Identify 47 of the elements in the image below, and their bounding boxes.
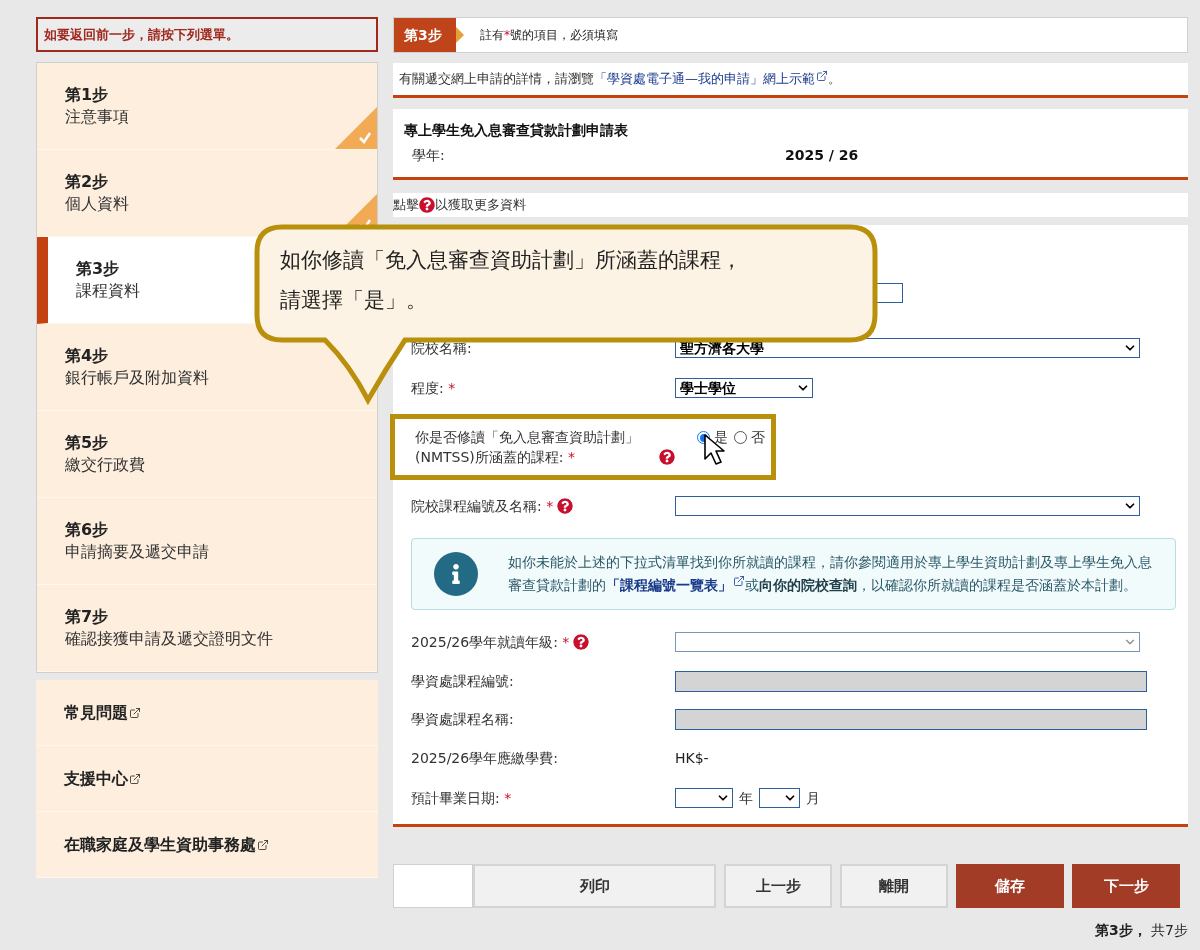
field-label: 院校課程編號及名稱: * bbox=[411, 497, 554, 516]
help-hint-text: 點擊 以獲取更多資料 bbox=[393, 196, 526, 215]
sidebar-link[interactable]: 在職家庭及學生資助事務處 bbox=[36, 812, 378, 878]
date-unit-label: 年 bbox=[739, 788, 753, 808]
field-label: 程度: * bbox=[411, 379, 456, 398]
year-value: 2025 / 26 bbox=[785, 146, 859, 165]
help-icon[interactable] bbox=[557, 498, 574, 514]
nav-button[interactable]: 上一步 bbox=[724, 864, 832, 908]
field-label: 2025/26學年應繳學費: bbox=[411, 749, 558, 768]
radio-label: 是 bbox=[714, 428, 728, 447]
required-note: 註有*號的項目，必須填寫 bbox=[480, 27, 618, 44]
help-icon bbox=[419, 197, 435, 213]
select-field[interactable] bbox=[759, 788, 800, 808]
external-link-icon bbox=[129, 773, 141, 785]
year-label: 學年: bbox=[412, 146, 446, 165]
external-link-icon bbox=[129, 707, 141, 719]
field-label: 學資處課程名稱: bbox=[411, 710, 514, 729]
course-list-link[interactable]: 「課程編號一覽表」 bbox=[606, 577, 745, 593]
radio-button[interactable] bbox=[734, 431, 747, 444]
tuition-value: HK$- bbox=[675, 748, 710, 768]
select-field[interactable] bbox=[675, 788, 733, 808]
help-icon[interactable] bbox=[659, 449, 675, 465]
sidebar-link[interactable]: 常見問題 bbox=[36, 680, 378, 746]
radio-label: 否 bbox=[751, 428, 765, 447]
nav-button[interactable]: 離開 bbox=[840, 864, 948, 908]
select-field[interactable] bbox=[675, 496, 1140, 516]
field-label: 學資處課程編號: bbox=[411, 672, 514, 691]
nav-button[interactable]: 列印 bbox=[473, 864, 716, 908]
form-title: 專上學生免入息審查貸款計劃申請表 bbox=[404, 121, 629, 140]
date-unit-label: 月 bbox=[806, 788, 820, 808]
step-counter: 第3步， 共7步 bbox=[1094, 921, 1188, 940]
demo-link[interactable]: 「學資處電子通—我的申請」網上示範 bbox=[594, 71, 828, 87]
sidebar-link[interactable]: 支援中心 bbox=[36, 746, 378, 812]
field-label: 你是否修讀「免入息審查資助計劃」(NMTSS)所涵蓋的課程: * bbox=[415, 428, 640, 467]
info-icon bbox=[434, 552, 478, 596]
external-link-icon bbox=[257, 839, 269, 851]
info-text: 有關遞交網上申請的詳情，請瀏覽「學資處電子通—我的申請」網上示範 。 bbox=[399, 69, 841, 89]
field-label: 預計畢業日期: * bbox=[411, 789, 512, 808]
note-text: 如你未能於上述的下拉式清單找到你所就讀的課程，請你參閱適用於專上學生資助計劃及專上學生免入息審查貸款計劃的「課程編號一覽表」 或向你的院校查詢，以確認你所就讀的課程是否涵蓋於本計劃。 bbox=[508, 553, 1153, 595]
external-link-icon bbox=[733, 575, 745, 587]
nav-button[interactable]: 儲存 bbox=[956, 864, 1064, 908]
field-label: 2025/26學年就讀年級: * bbox=[411, 633, 570, 652]
nav-button[interactable]: 下一步 bbox=[1072, 864, 1180, 908]
select-field[interactable]: 學士學位 bbox=[675, 378, 813, 398]
field-label: 院校名稱: bbox=[411, 339, 472, 358]
external-link-icon bbox=[816, 70, 828, 83]
notice-banner: 如要返回前一步，請按下列選單。 bbox=[36, 17, 378, 52]
